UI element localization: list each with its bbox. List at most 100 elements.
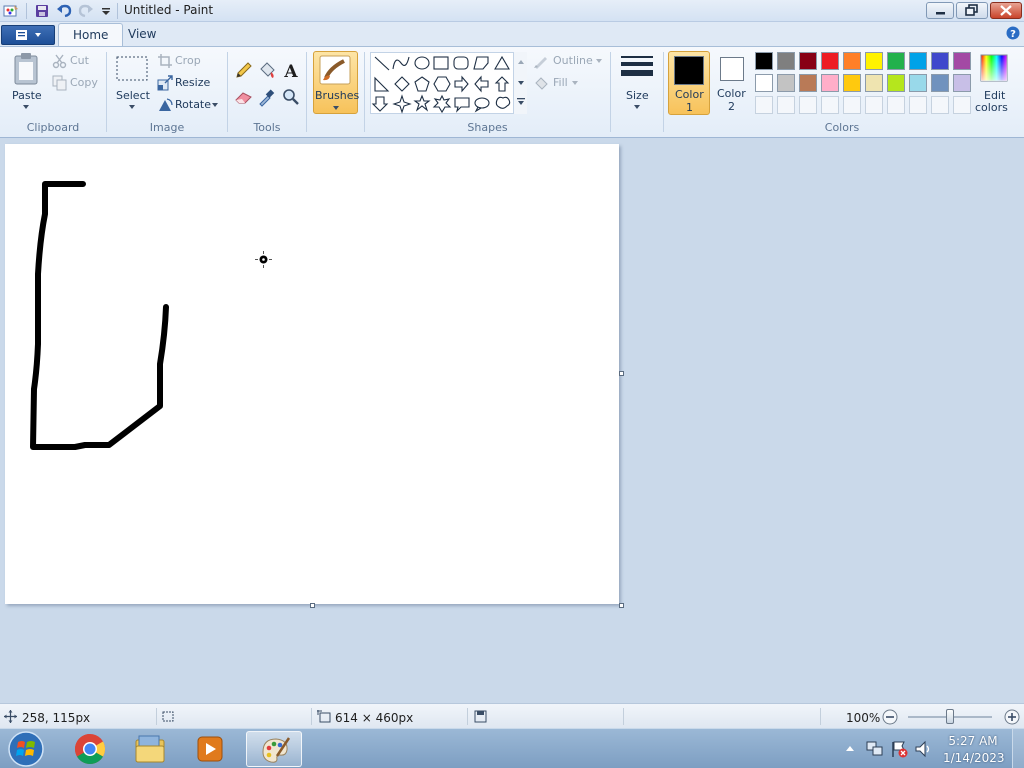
action-center-flag-icon[interactable]: [890, 740, 908, 758]
divider: [306, 52, 307, 132]
paste-button[interactable]: Paste: [6, 52, 46, 114]
palette-custom-slot[interactable]: [953, 96, 971, 114]
shapes-gallery[interactable]: [370, 52, 527, 114]
cut-button: Cut: [52, 52, 98, 70]
paint-menu-button[interactable]: [1, 25, 55, 45]
palette-color-swatch[interactable]: [777, 52, 795, 70]
palette-color-swatch[interactable]: [777, 74, 795, 92]
redo-icon: [78, 4, 93, 18]
divider: [623, 708, 624, 725]
palette-color-swatch[interactable]: [755, 74, 773, 92]
color1-button[interactable]: Color 1: [668, 51, 710, 115]
zoom-in-icon[interactable]: [1004, 709, 1020, 725]
clock-time[interactable]: 5:27 AM: [943, 734, 1003, 748]
crop-label: Crop: [175, 54, 201, 67]
palette-custom-slot[interactable]: [865, 96, 883, 114]
select-button[interactable]: Select: [112, 52, 152, 114]
text-tool-icon[interactable]: A: [281, 60, 301, 80]
help-icon[interactable]: ?: [1006, 26, 1020, 40]
canvas-resize-handle-corner[interactable]: [619, 603, 624, 608]
taskbar-paint[interactable]: [246, 731, 302, 767]
chrome-icon: [74, 734, 106, 765]
save-icon[interactable]: [34, 3, 50, 19]
drawing-strokes: [30, 181, 169, 450]
minimize-button[interactable]: [926, 2, 954, 19]
brush-icon: [319, 55, 351, 85]
magnifier-icon[interactable]: [281, 87, 301, 107]
palette-color-swatch[interactable]: [799, 52, 817, 70]
cursor-position: 258, 115px: [22, 711, 91, 725]
color2-button[interactable]: Color 2: [712, 51, 752, 115]
palette-custom-slot[interactable]: [887, 96, 905, 114]
close-button[interactable]: [990, 2, 1022, 19]
copy-icon: [52, 75, 67, 91]
resize-label: Resize: [175, 76, 211, 89]
zoom-out-icon[interactable]: [882, 709, 898, 725]
eraser-icon[interactable]: [234, 87, 254, 107]
clipboard-icon: [14, 53, 38, 85]
palette-custom-slot[interactable]: [777, 96, 795, 114]
color-picker-icon[interactable]: [257, 87, 277, 107]
palette-color-swatch[interactable]: [865, 52, 883, 70]
resize-button[interactable]: Resize: [157, 74, 213, 92]
palette-color-swatch[interactable]: [843, 52, 861, 70]
taskbar-media-player[interactable]: [182, 731, 238, 767]
paste-label: Paste: [12, 89, 42, 102]
palette-custom-slot[interactable]: [843, 96, 861, 114]
palette-custom-slot[interactable]: [799, 96, 817, 114]
palette-color-swatch[interactable]: [909, 74, 927, 92]
drawing-canvas[interactable]: [5, 144, 619, 604]
palette-color-swatch[interactable]: [953, 74, 971, 92]
dropdown-arrow-icon: [333, 106, 339, 110]
size-button[interactable]: Size: [616, 52, 658, 114]
fill-bucket-icon: [535, 77, 548, 90]
restore-button[interactable]: [956, 2, 988, 19]
palette-color-swatch[interactable]: [953, 52, 971, 70]
palette-color-swatch[interactable]: [821, 74, 839, 92]
folder-icon: [135, 735, 165, 763]
taskbar-explorer[interactable]: [122, 731, 178, 767]
network-icon[interactable]: [866, 740, 884, 758]
shapes-scrollbar[interactable]: [513, 52, 527, 114]
volume-icon[interactable]: [914, 740, 932, 758]
taskbar-chrome[interactable]: [62, 731, 118, 767]
zoom-slider-thumb[interactable]: [946, 709, 954, 724]
canvas-resize-handle-bottom[interactable]: [310, 603, 315, 608]
tab-view[interactable]: View: [114, 23, 170, 46]
palette-custom-slot[interactable]: [821, 96, 839, 114]
windows-start-icon[interactable]: [6, 730, 46, 768]
brushes-button[interactable]: Brushes: [313, 51, 359, 114]
palette-color-swatch[interactable]: [887, 52, 905, 70]
divider: [117, 3, 118, 19]
edit-colors-button[interactable]: Edit colors: [975, 52, 1012, 114]
pencil-icon[interactable]: [234, 60, 254, 80]
palette-color-swatch[interactable]: [865, 74, 883, 92]
divider: [820, 708, 821, 725]
palette-color-swatch[interactable]: [909, 52, 927, 70]
dropdown-arrow-icon: [634, 105, 640, 109]
palette-color-swatch[interactable]: [931, 74, 949, 92]
fill-bucket-icon[interactable]: [257, 60, 277, 80]
palette-custom-slot[interactable]: [931, 96, 949, 114]
palette-color-swatch[interactable]: [931, 52, 949, 70]
palette-color-swatch[interactable]: [887, 74, 905, 92]
palette-color-swatch[interactable]: [755, 52, 773, 70]
clock-date[interactable]: 1/14/2023: [943, 751, 1005, 765]
palette-custom-slot[interactable]: [755, 96, 773, 114]
color1-swatch: [674, 56, 704, 85]
customize-quick-access-icon[interactable]: [98, 3, 114, 19]
palette-color-swatch[interactable]: [799, 74, 817, 92]
undo-icon[interactable]: [56, 3, 72, 19]
color1-number: 1: [686, 101, 693, 114]
show-desktop-button[interactable]: [1012, 729, 1024, 768]
palette-color-swatch[interactable]: [821, 52, 839, 70]
palette-color-swatch[interactable]: [843, 74, 861, 92]
canvas-resize-handle-right[interactable]: [619, 371, 624, 376]
palette-custom-slot[interactable]: [909, 96, 927, 114]
paint-app-icon[interactable]: [3, 3, 19, 19]
show-hidden-icons-icon[interactable]: [845, 744, 855, 752]
divider: [311, 708, 312, 725]
dropdown-arrow-icon: [23, 105, 29, 109]
size-label: Size: [626, 89, 649, 102]
rotate-button[interactable]: Rotate: [157, 96, 221, 114]
